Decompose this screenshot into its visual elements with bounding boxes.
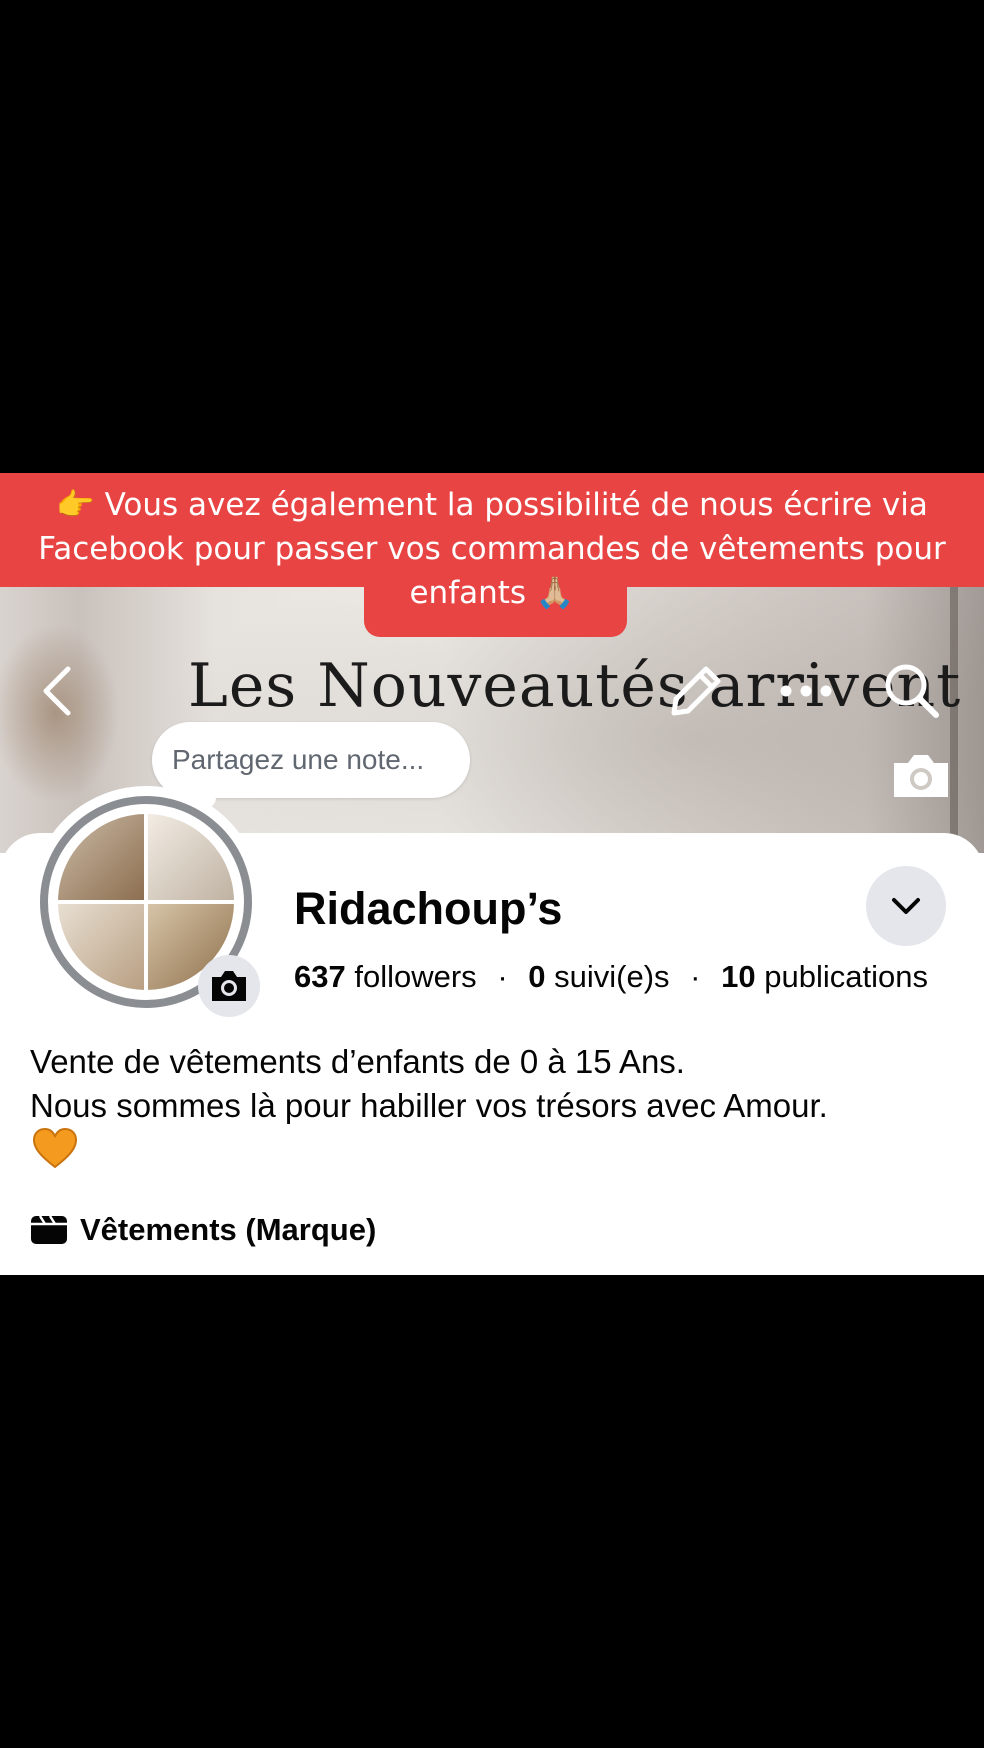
edit-icon[interactable] — [668, 663, 724, 719]
cover-title: Les Nouveautés arrivent — [188, 651, 962, 721]
following-count[interactable]: 0 — [528, 959, 545, 994]
avatar-photo-tile — [58, 904, 144, 990]
posts-count: 10 — [721, 959, 756, 994]
avatar-photo-tile — [58, 814, 144, 900]
stats-separator: · — [690, 959, 701, 994]
profile-bio: Vente de vêtements d’enfants de 0 à 15 A… — [30, 1040, 970, 1128]
bio-line-2: Nous sommes là pour habiller vos trésors… — [30, 1087, 828, 1124]
chevron-down-icon — [892, 898, 920, 914]
profile-name: Ridachoup’s — [294, 883, 563, 934]
posts-label: publications — [764, 959, 928, 994]
avatar-camera-icon — [212, 971, 246, 1001]
promo-line-1: 👉 Vous avez également la possibilité de … — [56, 487, 928, 523]
clapperboard-icon — [31, 1215, 67, 1244]
profile-dropdown-button[interactable] — [866, 866, 946, 946]
more-icon[interactable] — [778, 673, 834, 709]
back-icon[interactable] — [38, 665, 78, 717]
promo-line-3: enfants 🙏🏼 — [409, 575, 575, 611]
orange-heart-icon — [32, 1127, 78, 1169]
category-label: Vêtements (Marque) — [80, 1212, 377, 1247]
followers-count[interactable]: 637 — [294, 959, 346, 994]
cover-camera-icon[interactable] — [890, 751, 952, 801]
avatar-photo-tile — [148, 814, 234, 900]
bio-line-1: Vente de vêtements d’enfants de 0 à 15 A… — [30, 1043, 685, 1080]
share-note-placeholder: Partagez une note... — [172, 744, 425, 775]
profile-stats: 637 followers · 0 suivi(e)s · 10 publica… — [294, 959, 928, 995]
search-icon[interactable] — [882, 661, 940, 719]
promo-line-2: Facebook pour passer vos commandes de vê… — [38, 531, 946, 567]
following-label[interactable]: suivi(e)s — [554, 959, 669, 994]
avatar-divider — [58, 900, 234, 904]
followers-label[interactable]: followers — [354, 959, 476, 994]
profile-screen: Les Nouveautés arrivent 👉 Vous avez égal… — [0, 473, 984, 1275]
stats-separator: · — [497, 959, 508, 994]
promo-banner-text: 👉 Vous avez également la possibilité de … — [0, 483, 984, 615]
